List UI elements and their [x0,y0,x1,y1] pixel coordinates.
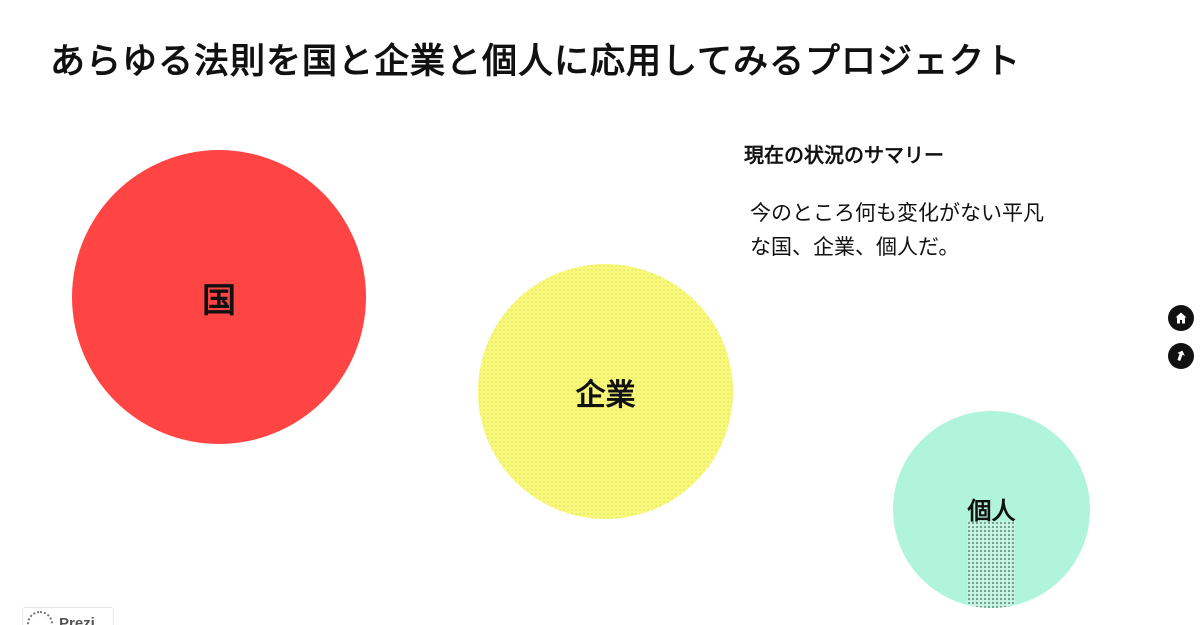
summary-line: 今のところ何も変化がない平凡 [750,201,1044,225]
page-title: あらゆる法則を国と企業と個人に応用してみるプロジェクト [50,42,1021,82]
country-label: 国 [202,280,236,321]
country-circle[interactable]: 国 [72,150,366,444]
summary-body: 今のところ何も変化がない平凡 な国、企業、個人だ。 [750,196,1110,264]
summary-line: な国、企業、個人だ。 [750,235,960,259]
home-button[interactable] [1168,305,1194,331]
company-label: 企業 [575,377,636,413]
logo-mark-icon [27,611,53,625]
prezi-logo[interactable]: Prezi [22,607,114,625]
dotted-pattern [967,521,1015,608]
summary-heading: 現在の状況のサマリー [744,143,944,167]
company-circle[interactable]: 企業 [478,264,733,519]
home-icon [1175,312,1187,324]
logo-text: Prezi [59,615,95,625]
back-button[interactable] [1168,343,1194,369]
individual-label: 個人 [967,497,1016,525]
back-arrow-icon [1177,350,1185,362]
individual-circle[interactable]: 個人 [893,411,1090,608]
